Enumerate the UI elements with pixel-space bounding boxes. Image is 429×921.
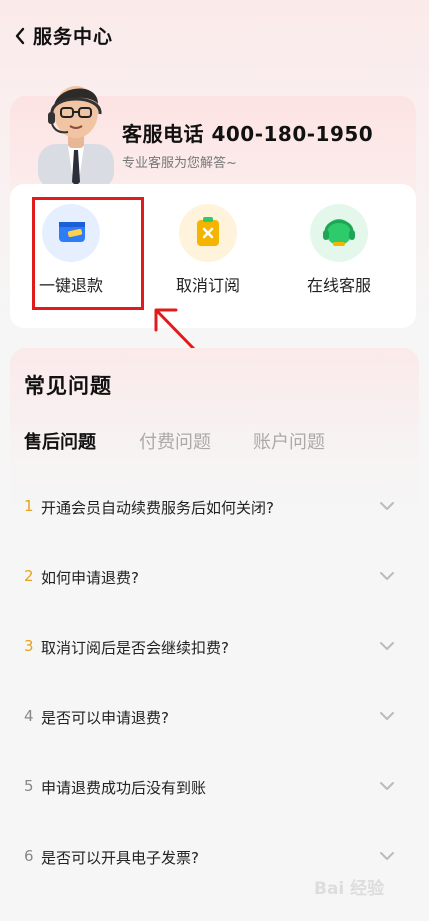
- faq-item-number: 3: [24, 637, 34, 655]
- chevron-down-icon: [380, 642, 394, 650]
- faq-item-text: 取消订阅后是否会继续扣费?: [41, 639, 229, 657]
- online-support-button[interactable]: 在线客服: [281, 184, 401, 308]
- tab-account[interactable]: 账户问题: [253, 428, 325, 454]
- service-phone-title: 客服电话 400-180-1950: [122, 122, 374, 146]
- faq-item-text: 是否可以申请退费?: [41, 709, 169, 727]
- faq-item-number: 2: [24, 567, 34, 585]
- faq-item-text: 如何申请退费?: [41, 569, 139, 587]
- chevron-down-icon: [380, 502, 394, 510]
- faq-item[interactable]: 6 是否可以开具电子发票?: [24, 837, 402, 877]
- faq-item-text: 开通会员自动续费服务后如何关闭?: [41, 499, 274, 517]
- cancel-subscription-label: 取消订阅: [175, 276, 240, 295]
- chevron-down-icon: [380, 712, 394, 720]
- watermark: Bai 经验: [314, 879, 385, 899]
- online-support-label: 在线客服: [306, 276, 371, 295]
- faq-item[interactable]: 4 是否可以申请退费?: [24, 697, 402, 737]
- faq-item-text: 申请退费成功后没有到账: [41, 779, 207, 797]
- faq-item[interactable]: 3 取消订阅后是否会继续扣费?: [24, 627, 402, 667]
- chevron-left-icon: [15, 27, 25, 45]
- faq-item[interactable]: 2 如何申请退费?: [24, 557, 402, 597]
- faq-title: 常见问题: [24, 374, 112, 398]
- refund-label: 一键退款: [38, 276, 103, 295]
- back-button[interactable]: [8, 22, 32, 50]
- service-phone-subtitle: 专业客服为您解答~: [122, 156, 237, 171]
- faq-item[interactable]: 5 申请退费成功后没有到账: [24, 767, 402, 807]
- faq-item-number: 1: [24, 497, 34, 515]
- faq-item-number: 4: [24, 707, 34, 725]
- cancel-subscription-button[interactable]: 取消订阅: [150, 184, 270, 308]
- tab-payment[interactable]: 付费问题: [139, 428, 211, 454]
- header: 服务中心: [0, 0, 429, 72]
- refund-button[interactable]: 一键退款: [13, 184, 133, 308]
- chevron-down-icon: [380, 782, 394, 790]
- customer-service-agent-avatar: [38, 86, 114, 190]
- cancel-subscription-icon: [179, 204, 237, 262]
- headset-icon: [310, 204, 368, 262]
- refund-card-icon: [42, 204, 100, 262]
- page-title: 服务中心: [33, 26, 114, 48]
- faq-item-text: 是否可以开具电子发票?: [41, 849, 199, 867]
- faq-item[interactable]: 1 开通会员自动续费服务后如何关闭?: [24, 487, 402, 527]
- chevron-down-icon: [380, 572, 394, 580]
- chevron-down-icon: [380, 852, 394, 860]
- faq-item-number: 6: [24, 847, 34, 865]
- faq-item-number: 5: [24, 777, 34, 795]
- tab-after-sales[interactable]: 售后问题: [24, 428, 96, 454]
